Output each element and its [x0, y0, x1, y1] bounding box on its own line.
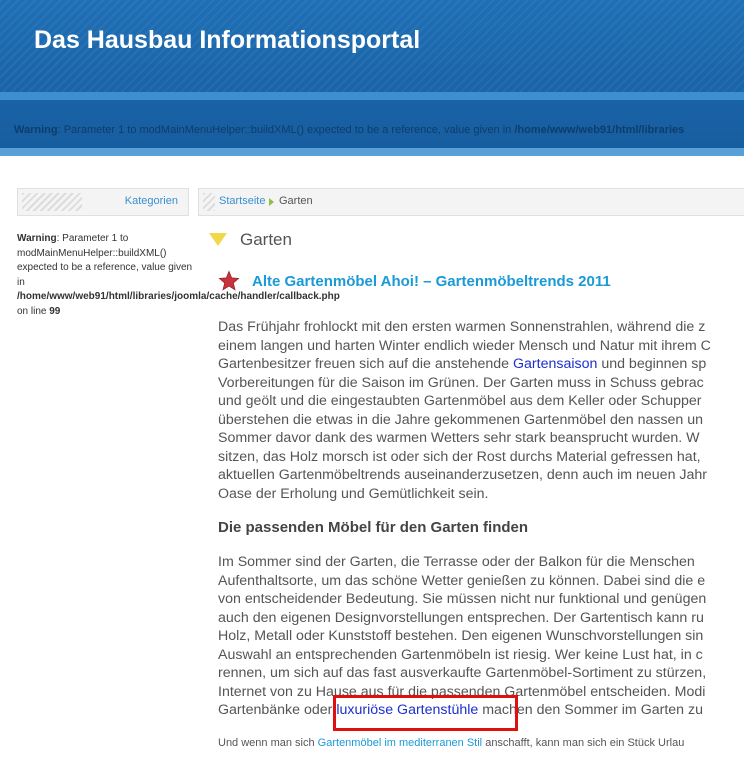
- paragraph-line: rennen, um sich auf das fast ausverkauft…: [218, 665, 707, 681]
- paragraph-line: Aufenthaltsorte, um das schöne Wetter ge…: [218, 572, 706, 589]
- line-text-before: Gartenbesitzer freuen sich auf die anste…: [218, 356, 513, 372]
- sidebar-warning-path: /home/www/web91/html/libraries/joomla/ca…: [17, 291, 340, 302]
- warning-text: : Parameter 1 to modMainMenuHelper::buil…: [57, 124, 515, 136]
- inline-link[interactable]: luxuriöse Gartenstühle: [336, 702, 478, 718]
- header-band: [0, 92, 744, 100]
- hatch-pattern: [22, 193, 82, 211]
- category-title: Garten: [240, 230, 292, 249]
- breadcrumb-arrow-icon: [269, 198, 274, 206]
- sidebar-line-prefix: on line: [17, 305, 50, 317]
- hatch-pattern: [203, 193, 215, 211]
- paragraph-line: Das Frühjahr frohlockt mit den ersten wa…: [218, 319, 706, 335]
- categories-link[interactable]: Kategorien: [125, 195, 178, 207]
- paragraph-line: Sommer davor dank des warmen Wetters seh…: [218, 430, 700, 446]
- article-paragraph-1: Das Frühjahr frohlockt mit den ersten wa…: [218, 318, 744, 503]
- breadcrumb-current: Garten: [279, 195, 313, 207]
- breadcrumb: Startseite Garten: [198, 188, 744, 216]
- paragraph-line: Holz, Metall oder Kunststoff bestehen. D…: [218, 628, 704, 644]
- header-bottom-band: [0, 148, 744, 156]
- breadcrumb-home-link[interactable]: Startseite: [219, 195, 265, 207]
- article-small-line: Und wenn man sich Gartenmöbel im mediter…: [218, 737, 684, 749]
- paragraph-line: auch den eigenen Designvorstellungen ent…: [218, 609, 704, 626]
- paragraph-line: einem langen und harten Winter endlich w…: [218, 337, 711, 354]
- category-triangle-icon: [209, 233, 227, 246]
- paragraph-line: Im Sommer sind der Garten, die Terrasse …: [218, 554, 695, 570]
- article-paragraph-2: Im Sommer sind der Garten, die Terrasse …: [218, 553, 744, 720]
- inline-link[interactable]: Gartensaison: [513, 356, 597, 372]
- sidebar-warning: Warning: Parameter 1 to modMainMenuHelpe…: [17, 232, 340, 319]
- small-text-before: Und wenn man sich: [218, 737, 318, 749]
- article-title-link[interactable]: Alte Gartenmöbel Ahoi! – Gartenmöbeltren…: [252, 273, 611, 290]
- paragraph-line: und geölt und die eingestaubten Gartenmö…: [218, 393, 702, 409]
- line-text-before: Gartenbänke oder: [218, 702, 337, 718]
- small-text-after: anschafft, kann man sich ein Stück Urlau: [482, 737, 685, 749]
- paragraph-line: Vorbereitungen für die Saison im Grünen.…: [218, 374, 704, 391]
- paragraph-line: von entscheidender Bedeutung. Sie müssen…: [218, 591, 707, 607]
- paragraph-line: Gartenbänke oder luxuriöse Gartenstühle …: [218, 701, 744, 720]
- line-text-after: und beginnen sp: [597, 356, 707, 372]
- warning-label: Warning: [14, 124, 58, 136]
- sidebar-warning-label: Warning: [17, 233, 57, 244]
- mediterranean-link[interactable]: Gartenmöbel im mediterranen Stil: [318, 737, 482, 749]
- paragraph-line: überstehen die etwas in die Jahre gekomm…: [218, 411, 704, 428]
- paragraph-line: aktuellen Gartenmöbeltrends auseinanderz…: [218, 467, 707, 483]
- paragraph-line: Auswahl an entsprechenden Gartenmöbeln i…: [218, 646, 703, 663]
- paragraph-line: sitzen, das Holz morsch ist oder sich de…: [218, 448, 701, 465]
- star-icon: [218, 270, 240, 291]
- warning-path: /home/www/web91/html/libraries: [514, 124, 685, 136]
- sidebar-category-box: Kategorien: [17, 188, 189, 216]
- paragraph-line: Oase der Erholung und Gemütlichkeit sein…: [218, 485, 489, 502]
- article-subheading: Die passenden Möbel für den Garten finde…: [218, 519, 529, 536]
- header-warning: Warning: Parameter 1 to modMainMenuHelpe…: [14, 124, 744, 136]
- sidebar-line-number: 99: [49, 305, 61, 317]
- paragraph-line: Gartenbesitzer freuen sich auf die anste…: [218, 355, 744, 374]
- paragraph-line: Internet von zu Hause aus für die passen…: [218, 683, 706, 700]
- site-title[interactable]: Das Hausbau Informationsportal: [34, 26, 420, 55]
- line-text-after: machen den Sommer im Garten zu: [478, 702, 703, 718]
- site-header: Das Hausbau Informationsportal Warning: …: [0, 0, 744, 156]
